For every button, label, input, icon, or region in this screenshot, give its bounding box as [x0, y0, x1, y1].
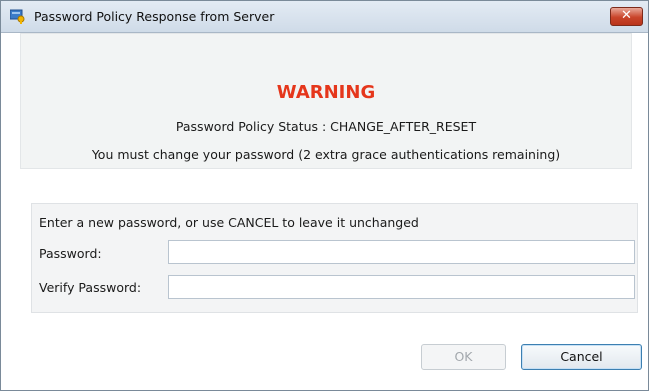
key-icon: [10, 9, 25, 24]
verify-password-input[interactable]: [168, 275, 635, 299]
password-form: Enter a new password, or use CANCEL to l…: [31, 203, 638, 313]
verify-password-label: Verify Password:: [39, 280, 142, 295]
title-bar[interactable]: Password Policy Response from Server ✕: [1, 1, 648, 33]
ok-button[interactable]: OK: [421, 344, 506, 370]
password-label: Password:: [39, 246, 102, 261]
warning-message: You must change your password (2 extra g…: [91, 147, 561, 162]
window-title: Password Policy Response from Server: [34, 9, 275, 24]
warning-heading: WARNING: [276, 82, 376, 103]
warning-panel: WARNING Password Policy Status : CHANGE_…: [20, 33, 632, 169]
password-input[interactable]: [168, 240, 635, 264]
cancel-button[interactable]: Cancel: [521, 344, 642, 370]
close-button[interactable]: ✕: [610, 7, 643, 26]
close-icon: ✕: [621, 8, 632, 23]
dialog-window: Password Policy Response from Server ✕ W…: [0, 0, 649, 391]
policy-status: Password Policy Status : CHANGE_AFTER_RE…: [175, 119, 477, 134]
form-instruction: Enter a new password, or use CANCEL to l…: [39, 215, 419, 230]
